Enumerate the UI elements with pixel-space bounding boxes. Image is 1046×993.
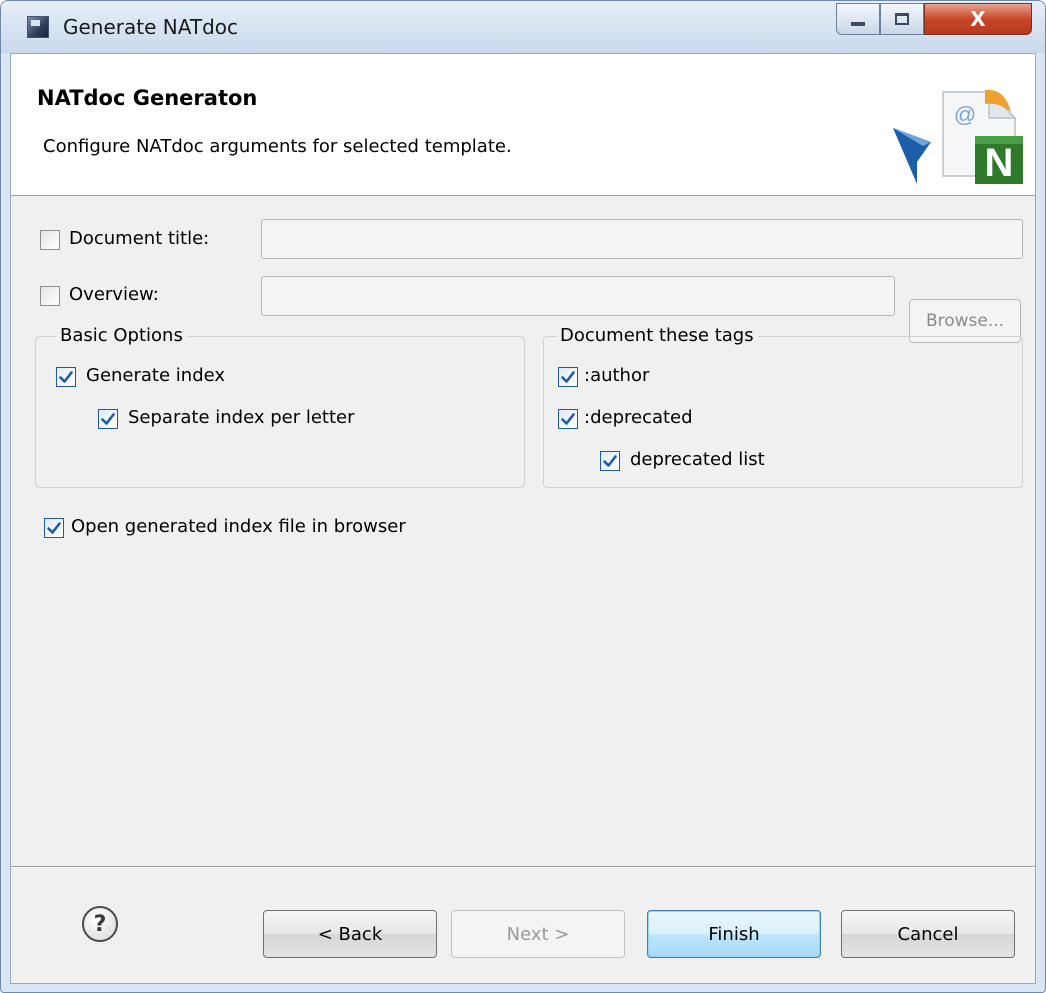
wizard-banner: NATdoc Generaton Configure NATdoc argume… <box>11 54 1035 196</box>
maximize-button[interactable] <box>880 3 924 35</box>
dialog-window: Generate NATdoc X NATdoc Generaton Confi… <box>0 0 1046 993</box>
overview-label: Overview: <box>69 284 159 305</box>
check-icon <box>47 522 61 534</box>
minimize-icon <box>851 22 865 26</box>
document-title-label: Document title: <box>69 228 210 249</box>
dialog-client-area: NATdoc Generaton Configure NATdoc argume… <box>10 53 1036 984</box>
document-title-checkbox[interactable] <box>40 230 60 250</box>
basic-options-group: Basic Options Generate index Separate in… <box>35 325 525 488</box>
next-button[interactable]: Next > <box>451 910 625 958</box>
cancel-button[interactable]: Cancel <box>841 910 1015 958</box>
deprecated-tag-checkbox[interactable] <box>558 409 578 429</box>
check-icon <box>561 413 575 425</box>
author-tag-label: :author <box>584 365 650 386</box>
title-bar[interactable]: Generate NATdoc X <box>1 1 1045 53</box>
deprecated-list-checkbox[interactable] <box>600 451 620 471</box>
help-icon[interactable]: ? <box>82 906 118 942</box>
author-tag-checkbox[interactable] <box>558 367 578 387</box>
generate-index-checkbox[interactable] <box>56 367 76 387</box>
separate-index-checkbox[interactable] <box>98 409 118 429</box>
finish-button[interactable]: Finish <box>647 910 821 958</box>
deprecated-list-label: deprecated list <box>630 449 765 470</box>
generate-index-label: Generate index <box>86 365 226 386</box>
logo-at: @ <box>954 102 976 127</box>
overview-checkbox[interactable] <box>40 286 60 306</box>
check-icon <box>603 455 617 467</box>
deprecated-tag-label: :deprecated <box>584 407 693 428</box>
overview-input[interactable] <box>261 276 895 316</box>
window-title: Generate NATdoc <box>63 15 238 39</box>
open-in-browser-checkbox[interactable] <box>44 518 64 538</box>
maximize-icon <box>895 13 909 25</box>
check-icon <box>101 413 115 425</box>
minimize-button[interactable] <box>836 3 880 35</box>
separate-index-label: Separate index per letter <box>128 407 355 428</box>
page-description: Configure NATdoc arguments for selected … <box>43 136 512 157</box>
open-in-browser-label: Open generated index file in browser <box>71 516 406 537</box>
document-tags-legend: Document these tags <box>556 325 758 346</box>
document-tags-group: Document these tags :author :deprecated … <box>543 325 1023 488</box>
basic-options-legend: Basic Options <box>56 325 187 346</box>
back-button[interactable]: < Back <box>263 910 437 958</box>
page-title: NATdoc Generaton <box>37 86 258 110</box>
close-icon: X <box>970 7 986 31</box>
app-icon <box>27 16 49 38</box>
close-button[interactable]: X <box>924 3 1032 35</box>
check-icon <box>561 371 575 383</box>
logo-letter: N <box>985 141 1014 185</box>
document-title-input[interactable] <box>261 219 1023 259</box>
natdoc-wizard-icon: N @ <box>893 89 1023 185</box>
check-icon <box>59 371 73 383</box>
footer-separator <box>11 866 1035 868</box>
